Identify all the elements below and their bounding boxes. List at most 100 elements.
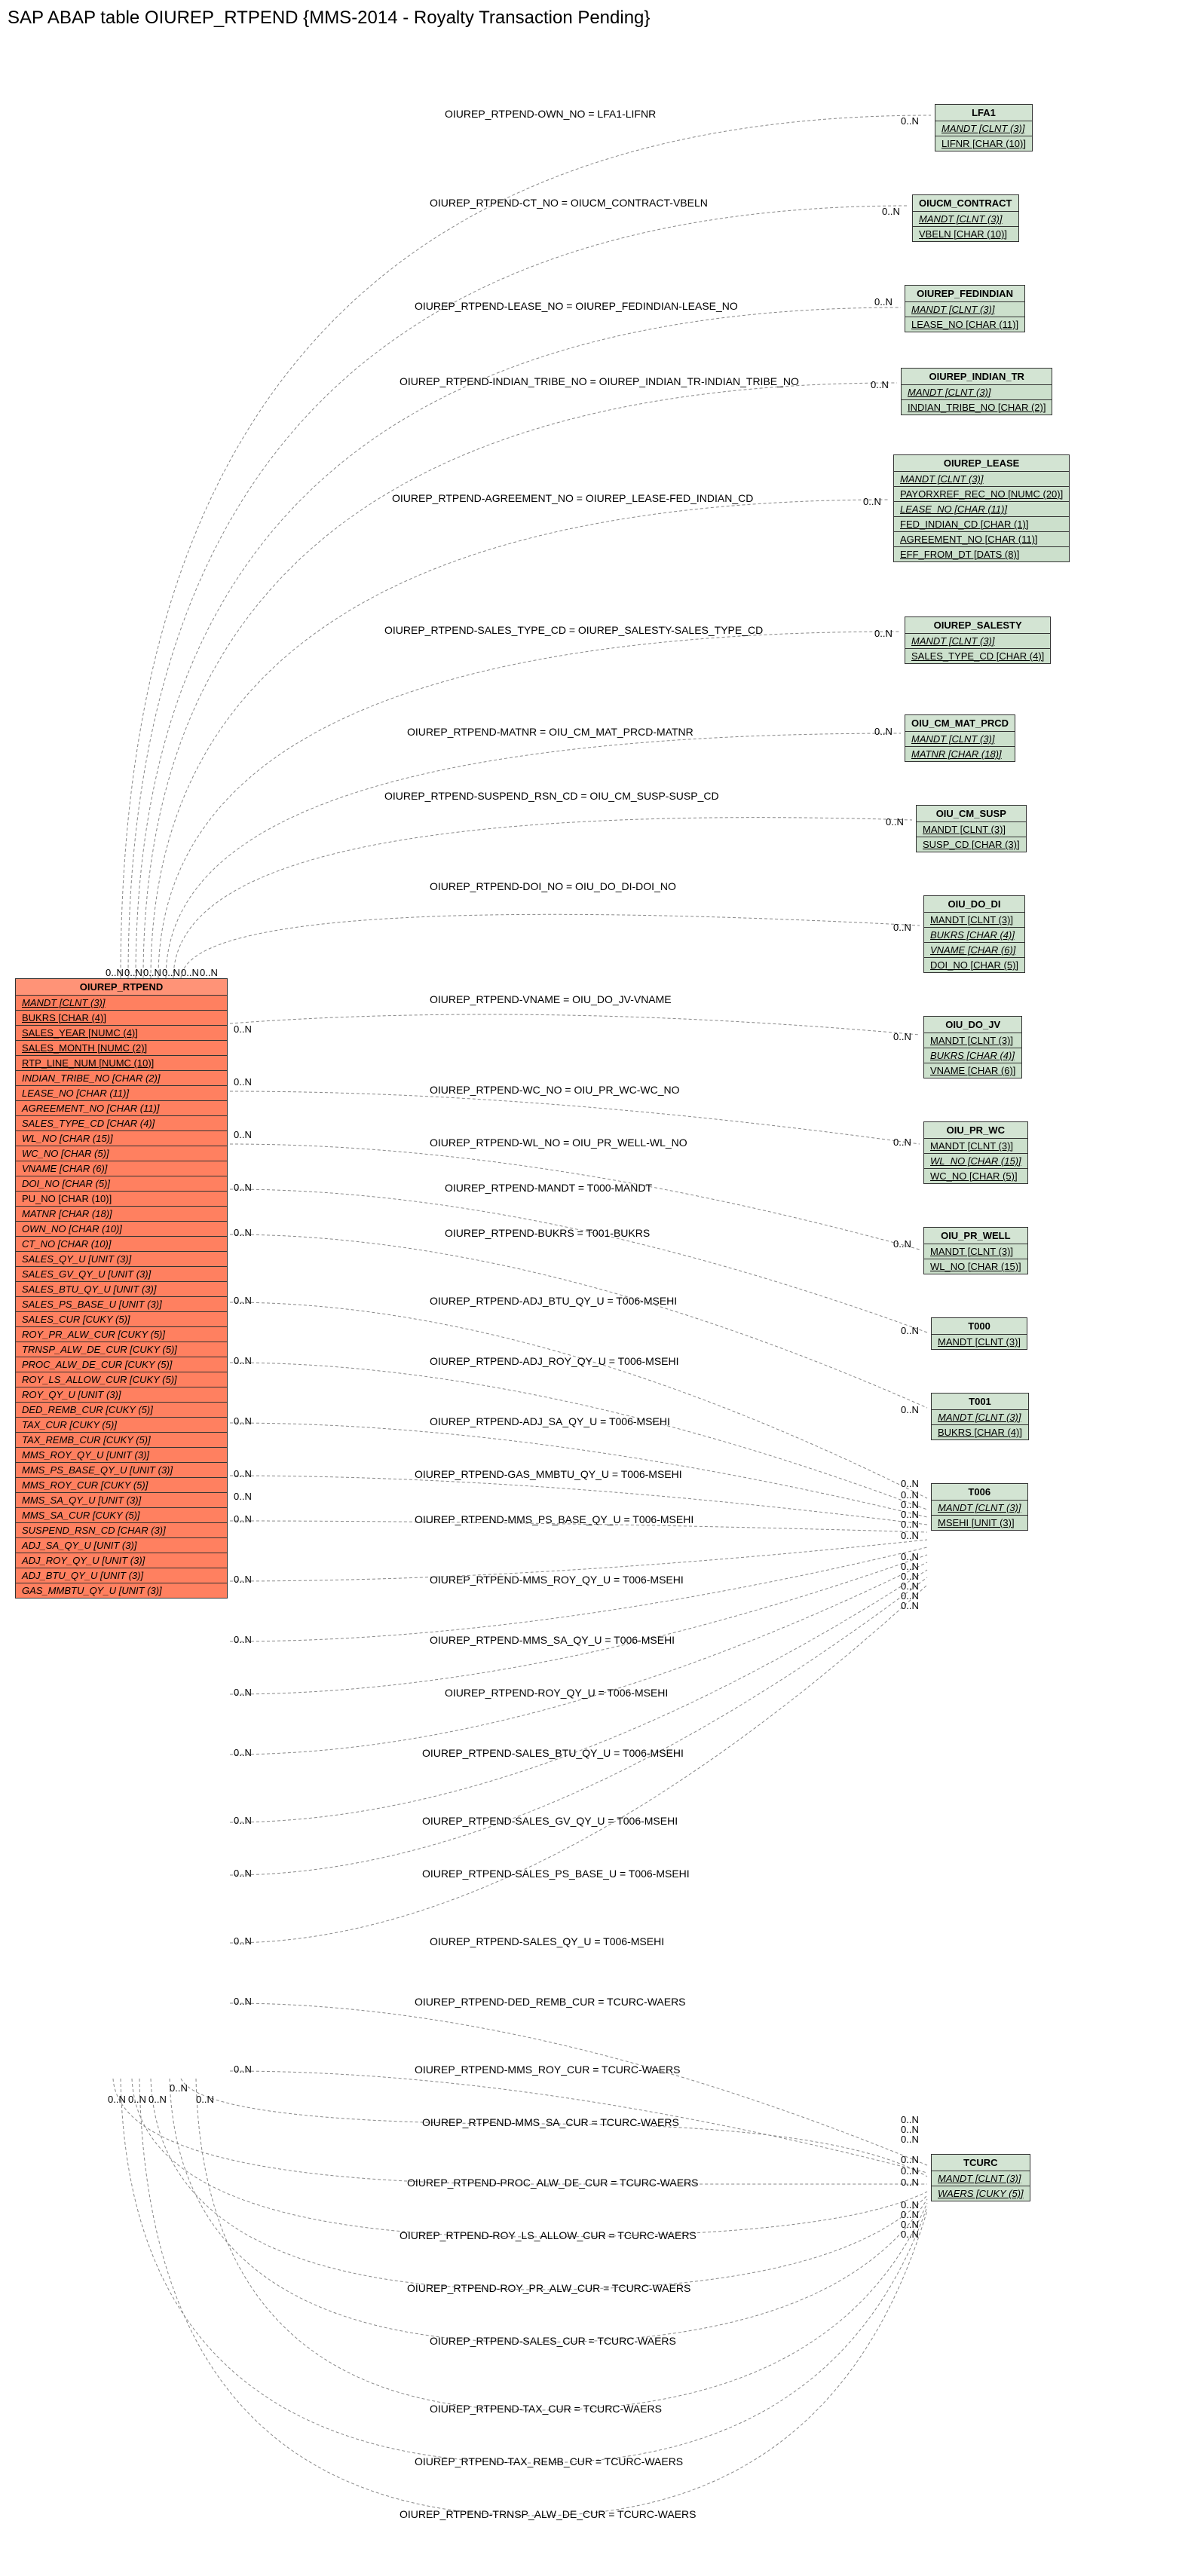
entity-header: OIUREP_SALESTY bbox=[905, 617, 1050, 634]
entity-field: MMS_ROY_QY_U [UNIT (3)] bbox=[16, 1448, 227, 1463]
entity-header: OIU_CM_SUSP bbox=[917, 806, 1026, 822]
entity-field: SUSPEND_RSN_CD [CHAR (3)] bbox=[16, 1523, 227, 1538]
entity-t000: T000MANDT [CLNT (3)] bbox=[931, 1317, 1027, 1350]
entity-field: SALES_CUR [CUKY (5)] bbox=[16, 1312, 227, 1327]
cardinality-label: 0..N bbox=[234, 1574, 252, 1585]
entity-field: BUKRS [CHAR (4)] bbox=[924, 928, 1024, 943]
entity-tcurc: TCURCMANDT [CLNT (3)]WAERS [CUKY (5)] bbox=[931, 2154, 1030, 2201]
relationship-label: OIUREP_RTPEND-AGREEMENT_NO = OIUREP_LEAS… bbox=[392, 492, 753, 504]
entity-field: TAX_CUR [CUKY (5)] bbox=[16, 1418, 227, 1433]
entity-field: MANDT [CLNT (3)] bbox=[924, 913, 1024, 928]
entity-header: OIUREP_RTPEND bbox=[16, 979, 227, 996]
relationship-label: OIUREP_RTPEND-MMS_SA_QY_U = T006-MSEHI bbox=[430, 1634, 675, 1646]
entity-field: PU_NO [CHAR (10)] bbox=[16, 1192, 227, 1207]
cardinality-label: 0..N bbox=[234, 1129, 252, 1140]
relationship-label: OIUREP_RTPEND-TAX_REMB_CUR = TCURC-WAERS bbox=[415, 2455, 683, 2467]
cardinality-label: 0..N bbox=[874, 628, 892, 639]
cardinality-label: 0..N bbox=[234, 1468, 252, 1479]
cardinality-label: 0..N bbox=[901, 115, 919, 127]
entity-field: MANDT [CLNT (3)] bbox=[932, 2171, 1030, 2186]
entity-field: LEASE_NO [CHAR (11)] bbox=[894, 502, 1069, 517]
cardinality-label: 0..N bbox=[234, 1634, 252, 1645]
entity-oiurep-indian-tr: OIUREP_INDIAN_TRMANDT [CLNT (3)]INDIAN_T… bbox=[901, 368, 1052, 415]
relationship-label: OIUREP_RTPEND-VNAME = OIU_DO_JV-VNAME bbox=[430, 993, 672, 1005]
cardinality-label: 0..N bbox=[901, 1325, 919, 1336]
entity-field: MANDT [CLNT (3)] bbox=[16, 996, 227, 1011]
entity-field: VNAME [CHAR (6)] bbox=[924, 943, 1024, 958]
cardinality-label: 0..N bbox=[901, 1600, 919, 1611]
entity-field: SALES_PS_BASE_U [UNIT (3)] bbox=[16, 1297, 227, 1312]
cardinality-label: 0..N bbox=[893, 922, 911, 933]
entity-field: SUSP_CD [CHAR (3)] bbox=[917, 837, 1026, 852]
entity-field: AGREEMENT_NO [CHAR (11)] bbox=[894, 532, 1069, 547]
cardinality-label: 0..N bbox=[234, 1491, 252, 1502]
entity-field: OWN_NO [CHAR (10)] bbox=[16, 1222, 227, 1237]
entity-field: MANDT [CLNT (3)] bbox=[905, 634, 1050, 649]
entity-field: PAYORXREF_REC_NO [NUMC (20)] bbox=[894, 487, 1069, 502]
entity-oiu-cm-susp: OIU_CM_SUSPMANDT [CLNT (3)]SUSP_CD [CHAR… bbox=[916, 805, 1027, 852]
entity-oiurep-lease: OIUREP_LEASEMANDT [CLNT (3)]PAYORXREF_RE… bbox=[893, 454, 1070, 562]
entity-oiu-cm-mat-prcd: OIU_CM_MAT_PRCDMANDT [CLNT (3)]MATNR [CH… bbox=[905, 714, 1015, 762]
diagram-canvas: OIUREP_RTPEND MANDT [CLNT (3)]BUKRS [CHA… bbox=[8, 44, 1183, 2568]
entity-field: FED_INDIAN_CD [CHAR (1)] bbox=[894, 517, 1069, 532]
entity-field: MSEHI [UNIT (3)] bbox=[932, 1516, 1027, 1530]
cardinality-label: 0..N bbox=[124, 967, 142, 978]
relationship-label: OIUREP_RTPEND-SALES_GV_QY_U = T006-MSEHI bbox=[422, 1815, 678, 1827]
entity-field: SALES_TYPE_CD [CHAR (4)] bbox=[905, 649, 1050, 663]
entity-oiurep-salesty: OIUREP_SALESTYMANDT [CLNT (3)]SALES_TYPE… bbox=[905, 616, 1051, 664]
cardinality-label: 0..N bbox=[143, 967, 161, 978]
cardinality-label: 0..N bbox=[901, 2229, 919, 2240]
relationship-label: OIUREP_RTPEND-ADJ_ROY_QY_U = T006-MSEHI bbox=[430, 1355, 679, 1367]
entity-field: ROY_LS_ALLOW_CUR [CUKY (5)] bbox=[16, 1372, 227, 1387]
cardinality-label: 0..N bbox=[871, 379, 889, 390]
relationship-label: OIUREP_RTPEND-ADJ_SA_QY_U = T006-MSEHI bbox=[430, 1415, 670, 1427]
relationship-label: OIUREP_RTPEND-MMS_ROY_CUR = TCURC-WAERS bbox=[415, 2064, 681, 2076]
entity-header: OIUREP_LEASE bbox=[894, 455, 1069, 472]
entity-t006: T006MANDT [CLNT (3)]MSEHI [UNIT (3)] bbox=[931, 1483, 1028, 1531]
entity-field: LEASE_NO [CHAR (11)] bbox=[16, 1086, 227, 1101]
entity-field: ROY_QY_U [UNIT (3)] bbox=[16, 1387, 227, 1403]
cardinality-label: 0..N bbox=[234, 1295, 252, 1306]
cardinality-label: 0..N bbox=[234, 1935, 252, 1947]
cardinality-label: 0..N bbox=[901, 2165, 919, 2177]
entity-field: AGREEMENT_NO [CHAR (11)] bbox=[16, 1101, 227, 1116]
cardinality-label: 0..N bbox=[893, 1238, 911, 1250]
relationship-label: OIUREP_RTPEND-SALES_QY_U = T006-MSEHI bbox=[430, 1935, 664, 1947]
entity-field: BUKRS [CHAR (4)] bbox=[932, 1425, 1028, 1439]
cardinality-label: 0..N bbox=[893, 1031, 911, 1042]
entity-header: T006 bbox=[932, 1484, 1027, 1501]
relationship-label: OIUREP_RTPEND-ROY_LS_ALLOW_CUR = TCURC-W… bbox=[400, 2229, 697, 2241]
cardinality-label: 0..N bbox=[874, 726, 892, 737]
entity-field: BUKRS [CHAR (4)] bbox=[16, 1011, 227, 1026]
entity-field: WL_NO [CHAR (15)] bbox=[924, 1259, 1027, 1274]
entity-field: ADJ_SA_QY_U [UNIT (3)] bbox=[16, 1538, 227, 1553]
entity-field: LEASE_NO [CHAR (11)] bbox=[905, 317, 1024, 332]
relationship-label: OIUREP_RTPEND-TRNSP_ALW_DE_CUR = TCURC-W… bbox=[400, 2508, 697, 2520]
relationship-label: OIUREP_RTPEND-MMS_SA_CUR = TCURC-WAERS bbox=[422, 2116, 679, 2128]
relationship-label: OIUREP_RTPEND-TAX_CUR = TCURC-WAERS bbox=[430, 2403, 662, 2415]
relationship-label: OIUREP_RTPEND-ADJ_BTU_QY_U = T006-MSEHI bbox=[430, 1295, 677, 1307]
entity-header: OIU_PR_WC bbox=[924, 1122, 1027, 1139]
cardinality-label: 0..N bbox=[234, 1227, 252, 1238]
cardinality-label: 0..N bbox=[196, 2094, 214, 2105]
entity-field: ADJ_ROY_QY_U [UNIT (3)] bbox=[16, 1553, 227, 1568]
relationship-label: OIUREP_RTPEND-INDIAN_TRIBE_NO = OIUREP_I… bbox=[400, 375, 799, 387]
entity-field: MANDT [CLNT (3)] bbox=[924, 1139, 1027, 1154]
entity-field: TAX_REMB_CUR [CUKY (5)] bbox=[16, 1433, 227, 1448]
entity-oiu-do-jv: OIU_DO_JVMANDT [CLNT (3)]BUKRS [CHAR (4)… bbox=[923, 1016, 1022, 1078]
entity-header: TCURC bbox=[932, 2155, 1030, 2171]
cardinality-label: 0..N bbox=[234, 1868, 252, 1879]
cardinality-label: 0..N bbox=[170, 2082, 188, 2094]
entity-header: OIUREP_INDIAN_TR bbox=[902, 369, 1052, 385]
entity-field: WAERS [CUKY (5)] bbox=[932, 2186, 1030, 2201]
entity-field: MATNR [CHAR (18)] bbox=[905, 747, 1015, 761]
entity-field: VBELN [CHAR (10)] bbox=[913, 227, 1018, 241]
entity-field: DOI_NO [CHAR (5)] bbox=[924, 958, 1024, 972]
entity-header: LFA1 bbox=[935, 105, 1032, 121]
cardinality-label: 0..N bbox=[234, 1747, 252, 1758]
relationship-label: OIUREP_RTPEND-ROY_QY_U = T006-MSEHI bbox=[445, 1687, 668, 1699]
cardinality-label: 0..N bbox=[234, 1996, 252, 2007]
entity-oiu-do-di: OIU_DO_DIMANDT [CLNT (3)]BUKRS [CHAR (4)… bbox=[923, 895, 1025, 973]
entity-header: OIU_DO_DI bbox=[924, 896, 1024, 913]
entity-field: MMS_PS_BASE_QY_U [UNIT (3)] bbox=[16, 1463, 227, 1478]
